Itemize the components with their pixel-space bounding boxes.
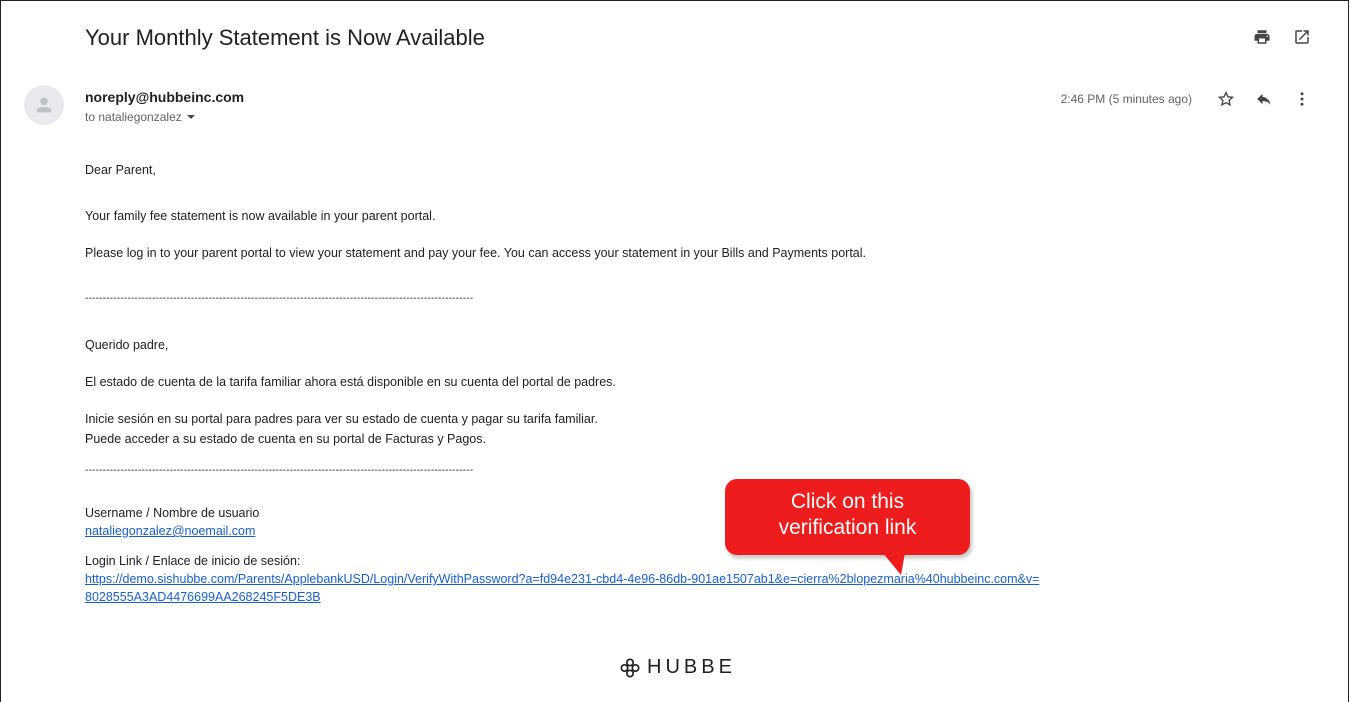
hubbe-logo: HUBBE <box>619 656 736 679</box>
body-line-es-1: El estado de cuenta de la tarifa familia… <box>85 375 616 389</box>
body-line-es-3: Puede acceder a su estado de cuenta en s… <box>85 432 486 446</box>
annotation-callout: Click on this verification link <box>725 479 970 555</box>
avatar <box>24 85 64 125</box>
more-vert-icon[interactable] <box>1292 89 1312 109</box>
username-label: Username / Nombre de usuario <box>85 506 260 520</box>
print-icon[interactable] <box>1252 27 1272 47</box>
message-meta: 2:46 PM (5 minutes ago) <box>1061 89 1312 109</box>
email-subject: Your Monthly Statement is Now Available <box>85 25 485 50</box>
body-line-es-2: Inicie sesión en su portal para padres p… <box>85 412 598 426</box>
login-label: Login Link / Enlace de inicio de sesión: <box>85 554 301 568</box>
caret-down-icon[interactable] <box>186 112 196 122</box>
username-link[interactable]: nataliegonzalez@noemail.com <box>85 524 255 538</box>
timestamp: 2:46 PM (5 minutes ago) <box>1060 92 1192 106</box>
login-link-line-1[interactable]: https://demo.sishubbe.com/Parents/Appleb… <box>85 570 1285 588</box>
callout-line-2: verification link <box>778 516 917 539</box>
email-window: Your Monthly Statement is Now Available … <box>0 0 1349 702</box>
logo-text: HUBBE <box>647 656 736 678</box>
divider: ----------------------------------------… <box>85 293 474 304</box>
login-link-continued[interactable]: 8028555A3AD4476699AA268245F5DE3B <box>85 590 321 604</box>
person-icon <box>36 97 52 113</box>
reply-icon[interactable] <box>1254 89 1274 109</box>
body-line-en-1: Your family fee statement is now availab… <box>85 209 436 223</box>
recipient-label: to nataliegonzalez <box>85 110 182 124</box>
callout-pointer <box>879 553 905 575</box>
recipient-details[interactable]: to nataliegonzalez <box>85 110 196 124</box>
email-body: Dear Parent, Your family fee statement i… <box>85 161 1285 606</box>
top-actions <box>1252 27 1312 47</box>
star-icon[interactable] <box>1216 89 1236 109</box>
callout-line-1: Click on this <box>790 490 905 513</box>
hubbe-logo-icon <box>620 657 640 678</box>
divider: ----------------------------------------… <box>85 465 474 476</box>
open-in-new-icon[interactable] <box>1292 27 1312 47</box>
username-value[interactable]: nataliegonzalez@noemail.com <box>85 522 1285 540</box>
login-link-line-2[interactable]: 8028555A3AD4476699AA268245F5DE3B <box>85 588 1285 606</box>
greeting-es: Querido padre, <box>85 338 169 352</box>
greeting-en: Dear Parent, <box>85 163 156 177</box>
body-line-en-2: Please log in to your parent portal to v… <box>85 246 866 260</box>
sender-address: noreply@hubbeinc.com <box>85 89 245 105</box>
